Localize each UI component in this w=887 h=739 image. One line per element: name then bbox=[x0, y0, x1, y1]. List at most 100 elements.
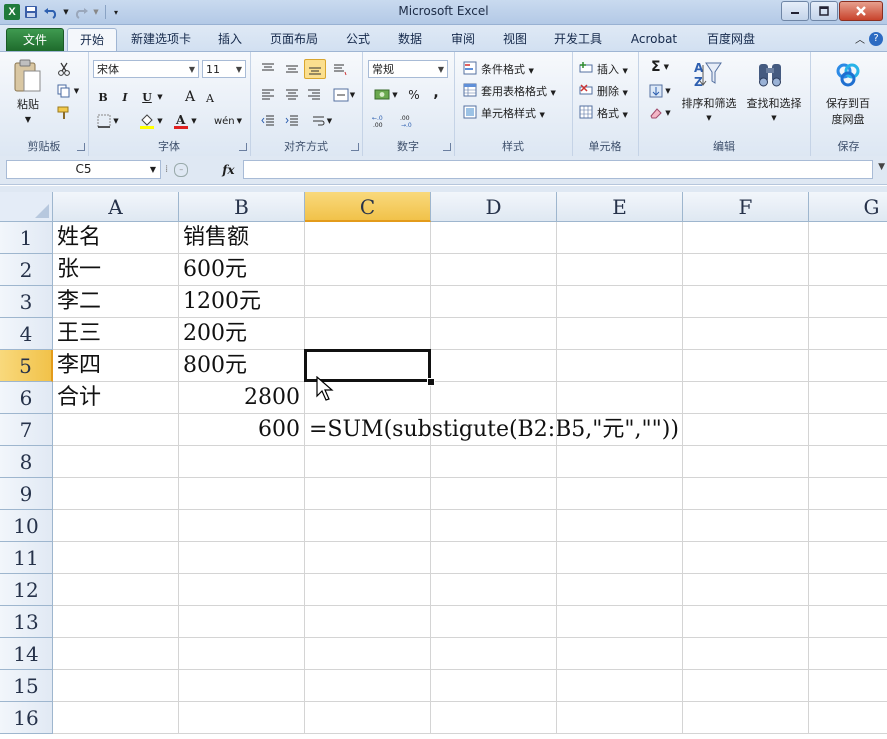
close-button[interactable] bbox=[839, 1, 883, 21]
format-painter-icon[interactable] bbox=[54, 104, 74, 122]
cell-e16[interactable] bbox=[557, 702, 683, 734]
cell-g4[interactable] bbox=[809, 318, 887, 350]
table-format-icon[interactable] bbox=[462, 82, 478, 98]
formula-input[interactable] bbox=[243, 160, 873, 179]
row-header-15[interactable]: 15 bbox=[0, 670, 53, 702]
name-box[interactable]: C5 ▼ bbox=[6, 160, 161, 179]
row-header-11[interactable]: 11 bbox=[0, 542, 53, 574]
cell-b2[interactable]: 600元 bbox=[179, 254, 305, 286]
cell-d11[interactable] bbox=[431, 542, 557, 574]
cell-e13[interactable] bbox=[557, 606, 683, 638]
cell-e6[interactable] bbox=[557, 382, 683, 414]
customize-qat-icon[interactable]: ▾ bbox=[111, 3, 121, 21]
delete-cells-icon[interactable] bbox=[578, 82, 594, 98]
italic-button[interactable]: I bbox=[116, 88, 134, 106]
cell-g13[interactable] bbox=[809, 606, 887, 638]
currency-icon[interactable]: ▼ bbox=[370, 86, 402, 104]
save-baidu-label-2[interactable]: 度网盘 bbox=[812, 112, 884, 127]
wrap-text-icon[interactable]: ▼ bbox=[308, 112, 336, 130]
tab-insert[interactable]: 插入 bbox=[208, 28, 252, 50]
cell-f1[interactable] bbox=[683, 222, 809, 254]
cell-g6[interactable] bbox=[809, 382, 887, 414]
format-cells-icon[interactable] bbox=[578, 104, 594, 120]
cell-c10[interactable] bbox=[305, 510, 431, 542]
row-header-2[interactable]: 2 bbox=[0, 254, 53, 286]
cell-a1[interactable]: 姓名 bbox=[53, 222, 179, 254]
cell-d15[interactable] bbox=[431, 670, 557, 702]
border-icon[interactable]: ▼ bbox=[94, 112, 122, 130]
conditional-format-icon[interactable] bbox=[462, 60, 478, 76]
cell-a10[interactable] bbox=[53, 510, 179, 542]
cell-a2[interactable]: 张一 bbox=[53, 254, 179, 286]
tab-acrobat[interactable]: Acrobat bbox=[622, 28, 686, 50]
align-bottom-icon[interactable] bbox=[304, 59, 326, 79]
underline-dropdown-icon[interactable]: ▼ bbox=[156, 88, 164, 106]
tab-formulas[interactable]: 公式 bbox=[336, 28, 380, 50]
font-launcher-icon[interactable] bbox=[239, 143, 247, 151]
row-header-3[interactable]: 3 bbox=[0, 286, 53, 318]
cell-d5[interactable] bbox=[431, 350, 557, 382]
find-select-dropdown-icon[interactable]: ▼ bbox=[742, 111, 806, 126]
fill-handle[interactable] bbox=[427, 378, 435, 386]
cell-b3[interactable]: 1200元 bbox=[179, 286, 305, 318]
cell-g3[interactable] bbox=[809, 286, 887, 318]
cell-e4[interactable] bbox=[557, 318, 683, 350]
phonetic-guide-button[interactable]: wén ▼ bbox=[212, 112, 244, 130]
tab-page-layout[interactable]: 页面布局 bbox=[262, 28, 326, 50]
cell-c4[interactable] bbox=[305, 318, 431, 350]
undo-icon[interactable] bbox=[42, 3, 60, 21]
tab-developer[interactable]: 开发工具 bbox=[546, 28, 610, 50]
cell-g1[interactable] bbox=[809, 222, 887, 254]
cell-e11[interactable] bbox=[557, 542, 683, 574]
cell-b16[interactable] bbox=[179, 702, 305, 734]
cell-f13[interactable] bbox=[683, 606, 809, 638]
cell-styles-button[interactable]: 单元格样式 ▼ bbox=[481, 105, 545, 121]
cell-d1[interactable] bbox=[431, 222, 557, 254]
column-header-f[interactable]: F bbox=[683, 192, 809, 222]
cell-e10[interactable] bbox=[557, 510, 683, 542]
cell-c14[interactable] bbox=[305, 638, 431, 670]
cell-f10[interactable] bbox=[683, 510, 809, 542]
insert-cells-button[interactable]: 插入 ▼ bbox=[597, 61, 628, 77]
cell-f15[interactable] bbox=[683, 670, 809, 702]
cell-b9[interactable] bbox=[179, 478, 305, 510]
cell-b10[interactable] bbox=[179, 510, 305, 542]
cell-a7[interactable] bbox=[53, 414, 179, 446]
table-format-button[interactable]: 套用表格格式 ▼ bbox=[481, 83, 556, 99]
row-header-8[interactable]: 8 bbox=[0, 446, 53, 478]
cell-g14[interactable] bbox=[809, 638, 887, 670]
cell-a15[interactable] bbox=[53, 670, 179, 702]
cell-c6[interactable] bbox=[305, 382, 431, 414]
cell-a9[interactable] bbox=[53, 478, 179, 510]
column-header-c[interactable]: C bbox=[305, 192, 431, 222]
cell-d3[interactable] bbox=[431, 286, 557, 318]
cell-c7[interactable]: =SUM(substigute(B2:B5,"元","")) bbox=[305, 414, 679, 446]
cell-b4[interactable]: 200元 bbox=[179, 318, 305, 350]
cell-g9[interactable] bbox=[809, 478, 887, 510]
cell-c5[interactable] bbox=[305, 350, 431, 382]
cell-b12[interactable] bbox=[179, 574, 305, 606]
cell-d9[interactable] bbox=[431, 478, 557, 510]
paste-dropdown-icon[interactable]: ▼ bbox=[8, 112, 48, 127]
cell-d10[interactable] bbox=[431, 510, 557, 542]
conditional-format-button[interactable]: 条件格式 ▼ bbox=[481, 61, 534, 77]
column-header-b[interactable]: B bbox=[179, 192, 305, 222]
cell-a14[interactable] bbox=[53, 638, 179, 670]
undo-dropdown-icon[interactable]: ▼ bbox=[62, 3, 70, 21]
cell-b5[interactable]: 800元 bbox=[179, 350, 305, 382]
decrease-decimal-icon[interactable]: .00 →.0 bbox=[398, 112, 422, 130]
cell-g10[interactable] bbox=[809, 510, 887, 542]
fill-icon[interactable]: ▼ bbox=[646, 82, 674, 100]
percent-button[interactable]: % bbox=[406, 86, 422, 104]
comma-button[interactable]: , bbox=[428, 84, 444, 102]
tab-file[interactable]: 文件 bbox=[6, 28, 64, 52]
cancel-entry-icon[interactable]: – bbox=[174, 162, 189, 177]
copy-icon[interactable]: ▼ bbox=[54, 82, 82, 100]
format-cells-button[interactable]: 格式 ▼ bbox=[597, 105, 628, 121]
cell-e12[interactable] bbox=[557, 574, 683, 606]
autosum-button[interactable]: Σ ▼ bbox=[646, 58, 674, 76]
cell-d7[interactable] bbox=[431, 414, 557, 446]
cell-styles-icon[interactable] bbox=[462, 104, 478, 120]
cell-f3[interactable] bbox=[683, 286, 809, 318]
cell-c1[interactable] bbox=[305, 222, 431, 254]
